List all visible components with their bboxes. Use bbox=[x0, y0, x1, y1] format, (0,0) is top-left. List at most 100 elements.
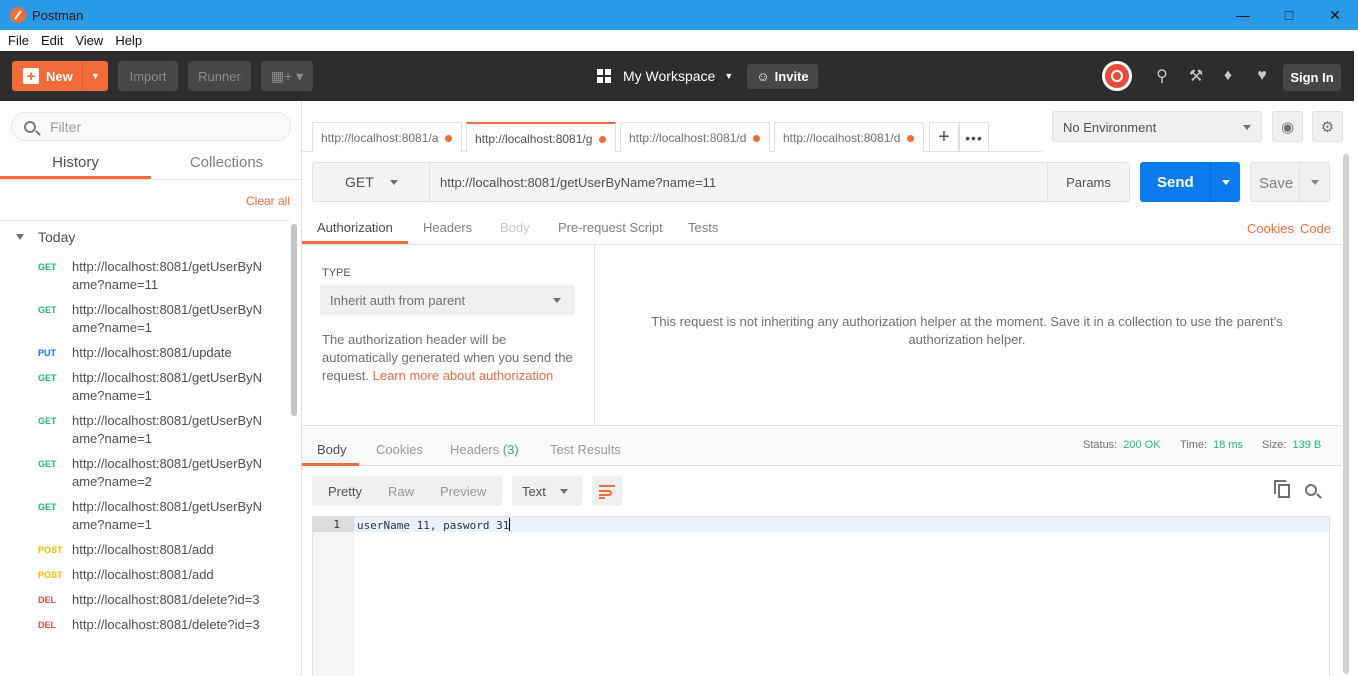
app-header: + New ▼ Import Runner ▦+ ▾ My Workspace … bbox=[0, 51, 1354, 101]
tab-history[interactable]: History bbox=[0, 147, 151, 179]
history-item[interactable]: DEL http://localhost:8081/delete?id=3 bbox=[0, 588, 290, 613]
history-item[interactable]: GET http://localhost:8081/getUserByName?n… bbox=[0, 495, 290, 538]
tab-tests[interactable]: Tests bbox=[688, 220, 718, 235]
send-button[interactable]: Send bbox=[1140, 162, 1240, 202]
code-link[interactable]: Code bbox=[1300, 221, 1331, 236]
menu-edit[interactable]: Edit bbox=[41, 33, 63, 48]
text-cursor bbox=[509, 518, 511, 531]
tab-body[interactable]: Body bbox=[500, 220, 530, 235]
status-value: 200 OK bbox=[1123, 439, 1161, 451]
main-scrollbar[interactable] bbox=[1343, 154, 1349, 674]
unsaved-dot-icon bbox=[445, 135, 452, 142]
tab-response-body[interactable]: Body bbox=[317, 442, 347, 457]
url-input[interactable]: http://localhost:8081/getUserByName?name… bbox=[440, 175, 716, 190]
auth-type-label: TYPE bbox=[322, 267, 351, 279]
cookies-link[interactable]: Cookies bbox=[1247, 221, 1294, 236]
workspace-label: My Workspace bbox=[623, 68, 716, 84]
environment-settings-button[interactable]: ⚙ bbox=[1312, 111, 1343, 142]
history-item[interactable]: POST http://localhost:8081/add bbox=[0, 538, 290, 563]
import-button[interactable]: Import bbox=[118, 61, 178, 91]
history-item-method: DEL bbox=[38, 620, 56, 630]
heart-icon[interactable]: ♥ bbox=[1253, 67, 1271, 85]
search-icon bbox=[24, 120, 36, 133]
format-pretty[interactable]: Pretty bbox=[328, 484, 362, 499]
grid-icon bbox=[597, 69, 611, 83]
response-type-select[interactable]: Text bbox=[512, 476, 582, 506]
minimize-button[interactable]: — bbox=[1220, 0, 1266, 30]
tab-test-results[interactable]: Test Results bbox=[550, 442, 621, 457]
menu-file[interactable]: File bbox=[8, 33, 29, 48]
main-panel: http://localhost:8081/a http://localhost… bbox=[302, 101, 1354, 676]
wrap-lines-button[interactable] bbox=[592, 476, 622, 506]
history-group-today[interactable]: Today bbox=[16, 229, 75, 245]
history-item-method: GET bbox=[38, 459, 57, 469]
sync-icon[interactable] bbox=[1102, 61, 1132, 91]
invite-button[interactable]: ☺ Invite bbox=[747, 64, 818, 89]
runner-button[interactable]: Runner bbox=[188, 61, 251, 91]
send-dropdown-chevron-icon[interactable] bbox=[1210, 162, 1240, 202]
format-preview[interactable]: Preview bbox=[440, 484, 486, 499]
new-dropdown-chevron-icon[interactable]: ▼ bbox=[82, 61, 108, 91]
divider bbox=[0, 220, 290, 221]
history-item[interactable]: GET http://localhost:8081/getUserByName?n… bbox=[0, 366, 290, 409]
save-label: Save bbox=[1259, 175, 1294, 192]
tab-collections[interactable]: Collections bbox=[151, 147, 302, 179]
response-body-line: userName 11, pasword 31 bbox=[357, 519, 510, 532]
history-item[interactable]: DEL http://localhost:8081/delete?id=3 bbox=[0, 613, 290, 638]
save-dropdown-chevron-icon[interactable] bbox=[1299, 163, 1329, 201]
sidebar-scrollbar[interactable] bbox=[291, 224, 297, 416]
add-user-icon: ☺ bbox=[756, 69, 770, 84]
active-tab-indicator bbox=[302, 463, 359, 466]
history-item[interactable]: GET http://localhost:8081/getUserByName?n… bbox=[0, 298, 290, 341]
environment-quick-look-button[interactable]: ◉ bbox=[1272, 111, 1303, 142]
tab-headers[interactable]: Headers bbox=[423, 220, 472, 235]
more-tabs-button[interactable]: ••• bbox=[959, 122, 989, 152]
filter-input[interactable]: Filter bbox=[11, 112, 291, 141]
environment-select[interactable]: No Environment bbox=[1052, 111, 1262, 142]
save-button[interactable]: Save bbox=[1250, 162, 1330, 202]
sign-in-button[interactable]: Sign In bbox=[1283, 64, 1341, 91]
tab-authorization[interactable]: Authorization bbox=[317, 220, 393, 235]
new-button[interactable]: + New ▼ bbox=[12, 61, 108, 91]
request-tab[interactable]: http://localhost:8081/a bbox=[312, 122, 462, 152]
history-item[interactable]: PUT http://localhost:8081/update bbox=[0, 341, 290, 366]
copy-icon[interactable] bbox=[1274, 480, 1290, 498]
method-select[interactable]: GET bbox=[313, 163, 430, 201]
maximize-button[interactable]: □ bbox=[1266, 0, 1312, 30]
tab-response-cookies[interactable]: Cookies bbox=[376, 442, 423, 457]
filter-placeholder: Filter bbox=[50, 118, 82, 135]
history-item[interactable]: GET http://localhost:8081/getUserByName?n… bbox=[0, 255, 290, 298]
menu-view[interactable]: View bbox=[75, 33, 103, 48]
new-window-button[interactable]: ▦+ ▾ bbox=[261, 61, 313, 91]
new-window-icon: ▦+ ▾ bbox=[270, 67, 304, 84]
auth-type-select[interactable]: Inherit auth from parent bbox=[320, 285, 575, 315]
wrench-icon[interactable]: ⚒ bbox=[1187, 67, 1205, 85]
tab-pre-request-script[interactable]: Pre-request Script bbox=[558, 220, 663, 235]
unsaved-dot-icon bbox=[599, 136, 606, 143]
format-raw[interactable]: Raw bbox=[388, 484, 414, 499]
request-tab-active[interactable]: http://localhost:8081/g bbox=[466, 122, 616, 152]
request-tab[interactable]: http://localhost:8081/d bbox=[774, 122, 924, 152]
params-button[interactable]: Params bbox=[1047, 163, 1129, 201]
bell-icon[interactable]: ♦ bbox=[1219, 67, 1237, 85]
add-tab-button[interactable]: + bbox=[929, 122, 959, 152]
history-item[interactable]: GET http://localhost:8081/getUserByName?n… bbox=[0, 452, 290, 495]
learn-more-link[interactable]: Learn more about authorization bbox=[373, 368, 554, 383]
history-item-method: GET bbox=[38, 502, 57, 512]
format-selector: Pretty Raw Preview bbox=[312, 476, 502, 506]
history-item[interactable]: GET http://localhost:8081/getUserByName?n… bbox=[0, 409, 290, 452]
tab-response-headers[interactable]: Headers (3) bbox=[450, 442, 519, 457]
window-titlebar: Postman — □ ✕ bbox=[0, 0, 1358, 30]
request-tab[interactable]: http://localhost:8081/d bbox=[620, 122, 770, 152]
satellite-icon[interactable]: ⚲ bbox=[1153, 67, 1171, 85]
menu-help[interactable]: Help bbox=[115, 33, 142, 48]
request-tab-label: http://localhost:8081/d bbox=[783, 131, 901, 145]
response-body-editor[interactable]: 1 userName 11, pasword 31 bbox=[312, 516, 1330, 676]
response-body-text: userName 11, pasword 31 bbox=[357, 518, 511, 533]
workspace-switcher[interactable]: My Workspace ▼ bbox=[597, 64, 733, 88]
history-item[interactable]: POST http://localhost:8081/add bbox=[0, 563, 290, 588]
close-button[interactable]: ✕ bbox=[1312, 0, 1358, 30]
history-item-url: http://localhost:8081/add bbox=[72, 567, 214, 582]
clear-all-link[interactable]: Clear all bbox=[246, 194, 290, 208]
search-icon[interactable] bbox=[1305, 484, 1317, 496]
